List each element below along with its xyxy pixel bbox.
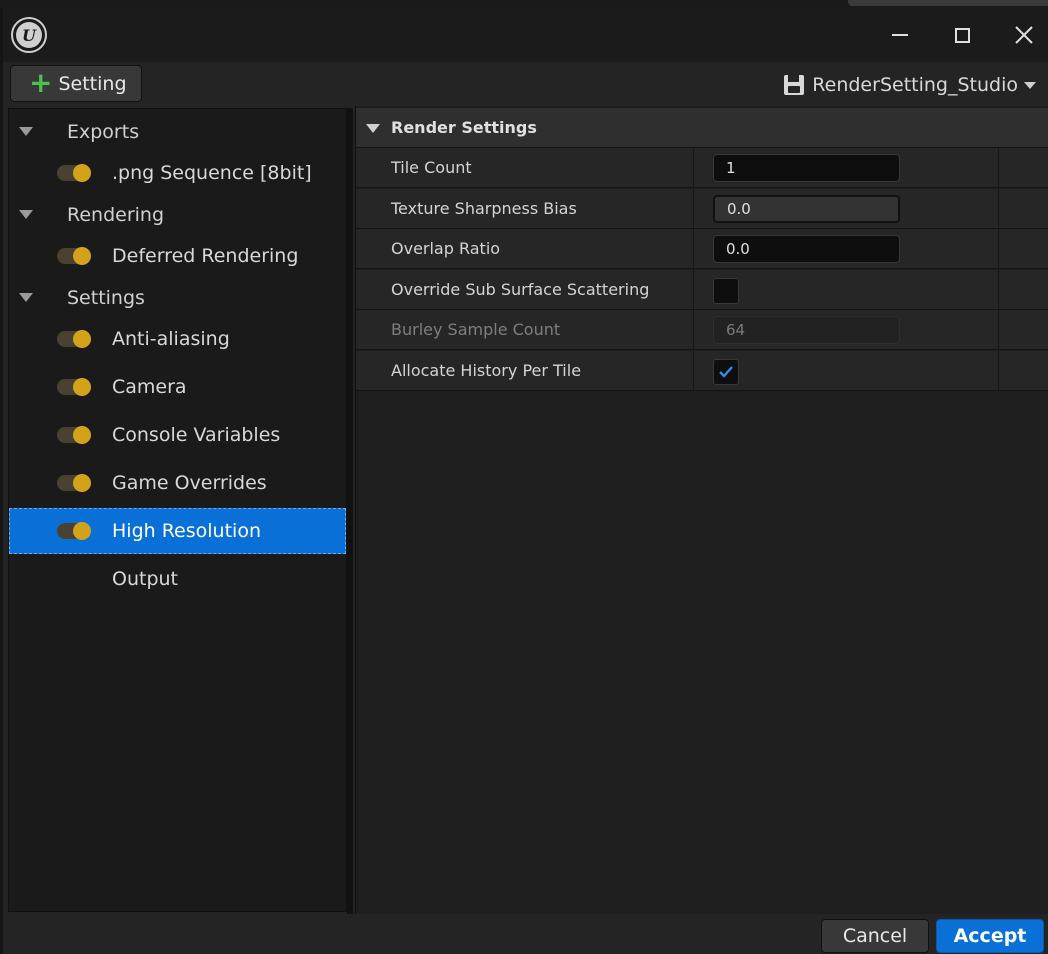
caret-down-icon[interactable] [19, 293, 33, 302]
property-name: Override Sub Surface Scattering [391, 280, 650, 299]
tile-count-input[interactable]: 1 [713, 154, 900, 182]
tree-category-exports[interactable]: Exports [9, 109, 346, 155]
tree-item-output[interactable]: Output [9, 556, 346, 602]
property-name: Tile Count [391, 158, 472, 177]
minimize-icon[interactable] [880, 18, 920, 52]
tree-item-label: Anti-aliasing [112, 328, 230, 350]
tree-item-anti-aliasing[interactable]: Anti-aliasing [9, 316, 346, 362]
burley-sample-count-input: 64 [713, 316, 900, 344]
title-bar: U [3, 8, 1048, 62]
save-icon [784, 75, 805, 95]
unreal-engine-logo-icon: U [11, 17, 47, 53]
category-label: Rendering [67, 204, 165, 226]
check-icon [719, 366, 733, 378]
plus-icon: + [29, 65, 53, 99]
property-row-overlap-ratio: Overlap Ratio 0.0 [356, 229, 1048, 269]
toggle-icon[interactable] [57, 247, 91, 265]
property-name: Allocate History Per Tile [391, 361, 582, 380]
category-label: Settings [67, 287, 145, 309]
property-name: Overlap Ratio [391, 239, 501, 258]
tree-item-label: Game Overrides [112, 472, 267, 494]
property-name: Texture Sharpness Bias [391, 199, 577, 218]
tree-item-png-sequence[interactable]: .png Sequence [8bit] [9, 150, 346, 196]
override-sss-checkbox[interactable] [713, 278, 739, 304]
dialog-footer: Cancel Accept [3, 914, 1048, 954]
toggle-icon[interactable] [57, 164, 91, 182]
property-row-burley-sample-count: Burley Sample Count 64 [356, 310, 1048, 350]
caret-down-icon[interactable] [19, 127, 33, 136]
add-setting-label: Setting [58, 72, 127, 95]
toggle-icon[interactable] [57, 474, 91, 492]
property-row-texture-sharpness-bias: Texture Sharpness Bias 0.0 [356, 189, 1048, 229]
details-panel: Render Settings Tile Count 1 Texture Sha… [355, 106, 1048, 914]
allocate-history-checkbox[interactable] [713, 359, 739, 385]
accept-button[interactable]: Accept [936, 919, 1044, 953]
property-name: Burley Sample Count [391, 320, 561, 339]
section-header-render-settings[interactable]: Render Settings [356, 108, 1048, 148]
chevron-down-icon [1024, 81, 1036, 89]
tree-item-camera[interactable]: Camera [9, 364, 346, 410]
property-row-override-sss: Override Sub Surface Scattering [356, 270, 1048, 310]
maximize-icon[interactable] [942, 18, 982, 52]
tree-category-settings[interactable]: Settings [9, 275, 346, 321]
cancel-button[interactable]: Cancel [821, 919, 929, 953]
tree-item-label: High Resolution [112, 520, 261, 542]
details-empty-area [356, 400, 1048, 914]
category-label: Exports [67, 121, 140, 143]
preset-name: RenderSetting_Studio [812, 74, 1018, 96]
overlap-ratio-input[interactable]: 0.0 [713, 235, 900, 263]
tree-item-label: Deferred Rendering [112, 245, 299, 267]
texture-sharpness-bias-input[interactable]: 0.0 [713, 195, 900, 223]
settings-tree: Exports .png Sequence [8bit] Rendering D… [8, 108, 347, 912]
close-icon[interactable] [1004, 18, 1044, 52]
tree-item-game-overrides[interactable]: Game Overrides [9, 460, 346, 506]
tree-item-label: .png Sequence [8bit] [112, 162, 312, 184]
tree-item-console-variables[interactable]: Console Variables [9, 412, 346, 458]
panel-splitter[interactable] [347, 108, 353, 914]
tree-item-label: Camera [112, 376, 187, 398]
toggle-icon[interactable] [57, 378, 91, 396]
caret-down-icon[interactable] [19, 210, 33, 219]
background-strip [0, 0, 1048, 8]
section-title: Render Settings [391, 118, 537, 137]
tree-item-deferred-rendering[interactable]: Deferred Rendering [9, 233, 346, 279]
property-row-tile-count: Tile Count 1 [356, 148, 1048, 188]
background-tab [848, 0, 1048, 6]
tree-item-high-resolution[interactable]: High Resolution [9, 508, 346, 554]
toggle-icon[interactable] [57, 426, 91, 444]
tree-item-label: Output [112, 568, 178, 590]
caret-down-icon[interactable] [366, 124, 380, 133]
tree-item-label: Console Variables [112, 424, 281, 446]
preset-dropdown[interactable]: RenderSetting_Studio [784, 70, 1036, 100]
toggle-icon[interactable] [57, 522, 91, 540]
property-row-allocate-history: Allocate History Per Tile [356, 351, 1048, 391]
tree-category-rendering[interactable]: Rendering [9, 192, 346, 238]
toolbar: + Setting RenderSetting_Studio [3, 62, 1048, 108]
render-settings-window: U + Setting RenderSetting_Studio Exports… [3, 8, 1048, 954]
toggle-icon[interactable] [57, 330, 91, 348]
add-setting-button[interactable]: + Setting [10, 65, 142, 102]
